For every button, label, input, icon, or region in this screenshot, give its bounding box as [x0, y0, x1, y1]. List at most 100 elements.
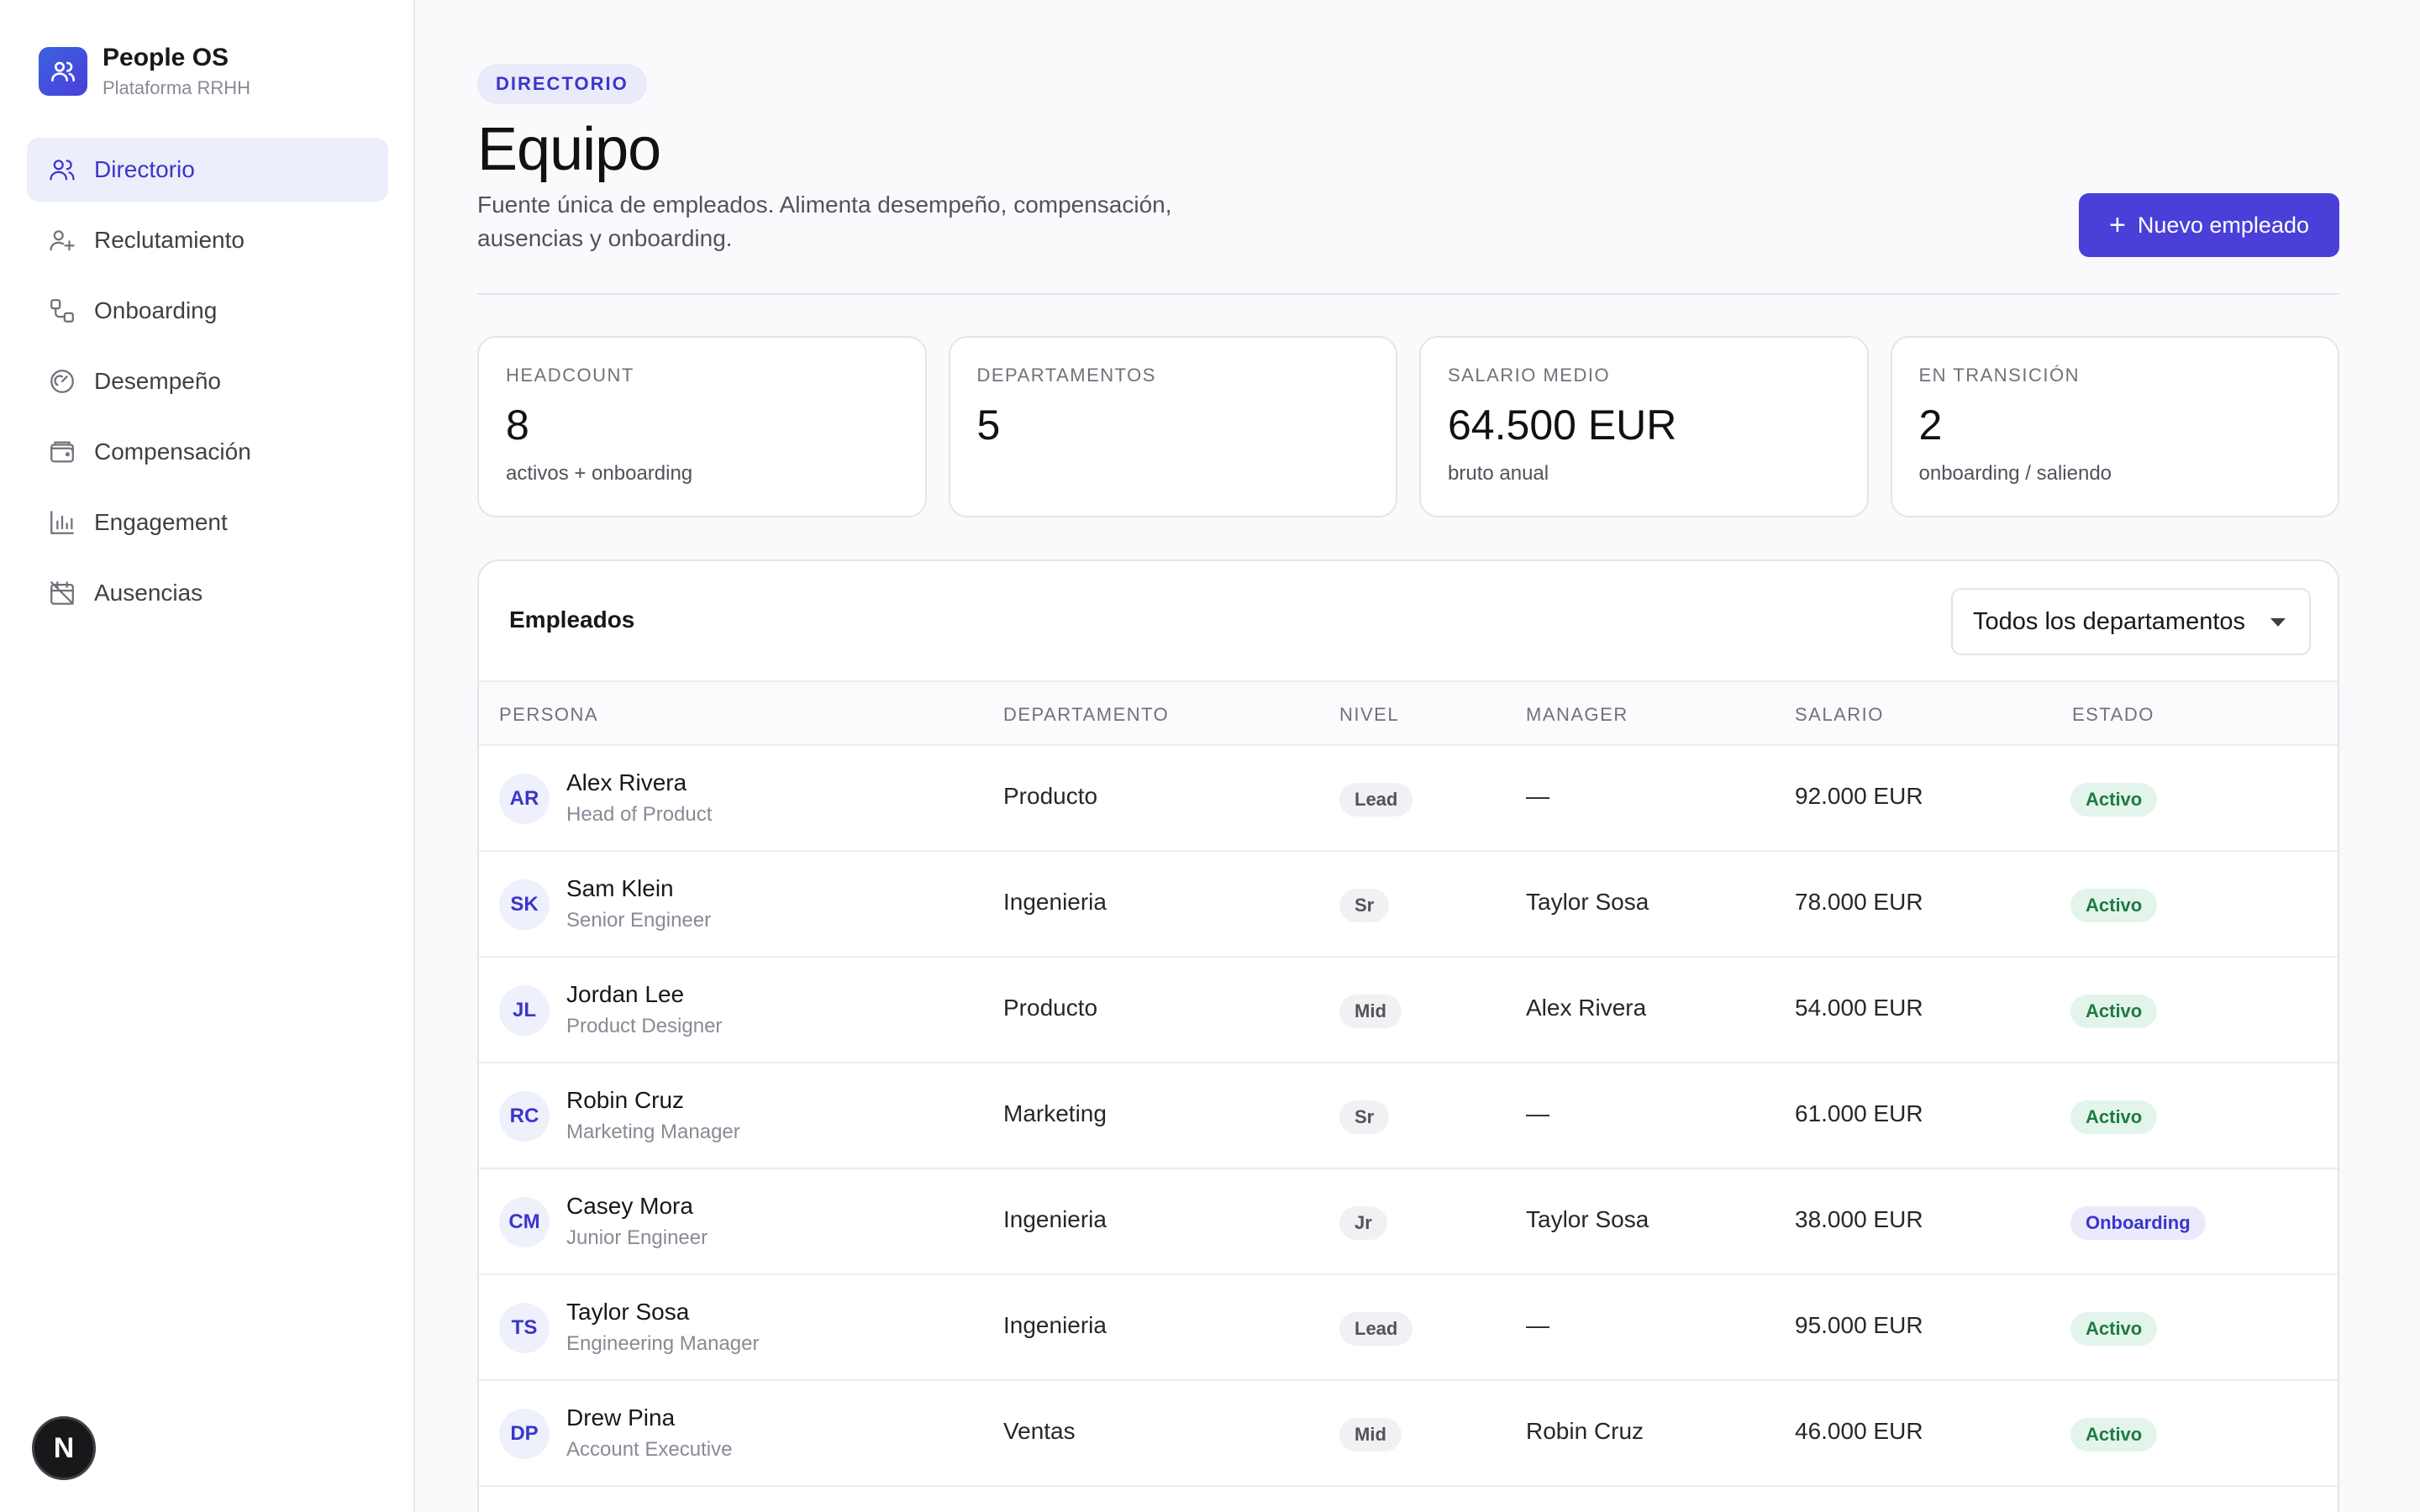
- department-cell: Ingenieria: [1003, 1312, 1107, 1338]
- manager-cell: —: [1526, 783, 1549, 809]
- sidebar-item-label: Onboarding: [94, 297, 218, 323]
- avatar: JL: [499, 985, 550, 1036]
- salary-cell: 54.000 EUR: [1795, 995, 1923, 1021]
- level-badge: Mid: [1339, 995, 1402, 1028]
- table-title: Empleados: [509, 606, 635, 633]
- sidebar-item-label: Desempeño: [94, 368, 221, 394]
- table-row[interactable]: RC Robin Cruz Marketing Manager Marketing Sr…: [479, 1063, 2338, 1169]
- status-badge: Activo: [2070, 1100, 2158, 1134]
- page-eyebrow: DIRECTORIO: [477, 64, 647, 104]
- header-divider: [477, 293, 2339, 295]
- person-name[interactable]: Casey Mora: [566, 1193, 693, 1220]
- avatar: TS: [499, 1303, 550, 1353]
- level-badge: Sr: [1339, 1100, 1390, 1134]
- table-header: PERSONA DEPARTAMENTO NIVEL MANAGER SALAR…: [479, 682, 2338, 746]
- table-row[interactable]: JL Jordan Lee Product Designer Producto Mid A…: [479, 958, 2338, 1063]
- column-header-nivel[interactable]: NIVEL: [1339, 704, 1399, 726]
- wallet-icon: [47, 437, 77, 467]
- person-name[interactable]: Alex Rivera: [566, 769, 687, 796]
- person-name[interactable]: Drew Pina: [566, 1404, 675, 1431]
- app-name: People OS: [103, 44, 229, 71]
- person-role: Marketing Manager: [566, 1121, 740, 1143]
- sidebar-item-ausencias[interactable]: Ausencias: [27, 561, 388, 625]
- manager-cell: Taylor Sosa: [1526, 1206, 1649, 1232]
- level-badge: Lead: [1339, 1312, 1413, 1346]
- table-row[interactable]: AR Alex Rivera Head of Product Producto Lead…: [479, 746, 2338, 852]
- person-name[interactable]: Robin Cruz: [566, 1087, 684, 1114]
- stat-sub: activos + onboarding: [506, 462, 693, 485]
- avatar: DP: [499, 1409, 550, 1459]
- stat-value: 64.500 EUR: [1448, 402, 1677, 449]
- status-badge: Activo: [2070, 1418, 2158, 1452]
- calendar-off-icon: [47, 578, 77, 608]
- department-filter-value: Todos los departamentos: [1973, 607, 2246, 635]
- sidebar-item-label: Engagement: [94, 509, 228, 535]
- avatar: RC: [499, 1091, 550, 1142]
- stat-label: EN TRANSICIÓN: [1918, 365, 2080, 386]
- new-employee-button[interactable]: + Nuevo empleado: [2079, 193, 2339, 257]
- status-badge: Activo: [2070, 995, 2158, 1028]
- brand[interactable]: People OS Plataforma RRHH: [39, 42, 250, 101]
- sidebar-item-compensacion[interactable]: Compensación: [27, 420, 388, 484]
- column-header-persona[interactable]: PERSONA: [499, 704, 598, 726]
- column-header-estado[interactable]: ESTADO: [2072, 704, 2154, 726]
- salary-cell: 92.000 EUR: [1795, 783, 1923, 809]
- salary-cell: 78.000 EUR: [1795, 889, 1923, 915]
- person-name[interactable]: Jordan Lee: [566, 981, 684, 1008]
- department-cell: Ingenieria: [1003, 1206, 1107, 1232]
- sidebar-item-onboarding[interactable]: Onboarding: [27, 279, 388, 343]
- manager-cell: Taylor Sosa: [1526, 889, 1649, 915]
- employees-table-card: Empleados Todos los departamentos PERSON…: [477, 559, 2339, 1512]
- column-header-manager[interactable]: MANAGER: [1526, 704, 1628, 726]
- sidebar-item-engagement[interactable]: Engagement: [27, 491, 388, 554]
- sidebar-item-reclutamiento[interactable]: Reclutamiento: [27, 208, 388, 272]
- table-row[interactable]: CM Casey Mora Junior Engineer Ingenieria Jr T…: [479, 1169, 2338, 1275]
- sidebar-nav: Directorio Reclutamiento Onboarding Dese…: [27, 138, 388, 632]
- salary-cell: 61.000 EUR: [1795, 1100, 1923, 1126]
- plus-icon: +: [2109, 209, 2126, 241]
- avatar: CM: [499, 1197, 550, 1247]
- manager-cell: —: [1526, 1312, 1549, 1338]
- table-row[interactable]: SK Sam Klein Senior Engineer Ingenieria Sr Ta…: [479, 852, 2338, 958]
- dev-badge-button[interactable]: N: [32, 1416, 96, 1480]
- person-role: Engineering Manager: [566, 1332, 760, 1355]
- user-plus-icon: [47, 225, 77, 255]
- salary-cell: 38.000 EUR: [1795, 1206, 1923, 1232]
- level-badge: Lead: [1339, 783, 1413, 816]
- stats-row: HEADCOUNT 8 activos + onboarding DEPARTA…: [477, 336, 2339, 517]
- department-cell: Producto: [1003, 783, 1098, 809]
- person-role: Account Executive: [566, 1438, 733, 1461]
- level-badge: Jr: [1339, 1206, 1387, 1240]
- table-row[interactable]: TS Taylor Sosa Engineering Manager Ingenier…: [479, 1275, 2338, 1381]
- table-row[interactable]: DP Drew Pina Account Executive Ventas Mid Rob…: [479, 1381, 2338, 1487]
- bar-chart-icon: [47, 507, 77, 538]
- route-icon: [47, 296, 77, 326]
- department-cell: Marketing: [1003, 1100, 1107, 1126]
- manager-cell: Alex Rivera: [1526, 995, 1647, 1021]
- stat-card-en-transicion: EN TRANSICIÓN 2 onboarding / saliendo: [1890, 336, 2339, 517]
- stat-card-headcount: HEADCOUNT 8 activos + onboarding: [477, 336, 927, 517]
- sidebar-item-directorio[interactable]: Directorio: [27, 138, 388, 202]
- stat-sub: onboarding / saliendo: [1918, 462, 2112, 485]
- salary-cell: 95.000 EUR: [1795, 1312, 1923, 1338]
- person-role: Junior Engineer: [566, 1226, 708, 1249]
- level-badge: Sr: [1339, 889, 1390, 922]
- stat-sub: bruto anual: [1448, 462, 1549, 485]
- chevron-down-icon: [2270, 618, 2286, 627]
- sidebar-item-label: Compensación: [94, 438, 251, 465]
- person-name[interactable]: Taylor Sosa: [566, 1299, 689, 1326]
- department-cell: Ingenieria: [1003, 889, 1107, 915]
- department-filter-select[interactable]: Todos los departamentos: [1951, 588, 2311, 655]
- manager-cell: Robin Cruz: [1526, 1418, 1644, 1444]
- status-badge: Activo: [2070, 889, 2158, 922]
- new-employee-label: Nuevo empleado: [2137, 212, 2309, 238]
- column-header-departamento[interactable]: DEPARTAMENTO: [1003, 704, 1169, 726]
- stat-label: SALARIO MEDIO: [1448, 365, 1611, 386]
- users-icon: [39, 47, 87, 96]
- person-role: Product Designer: [566, 1015, 723, 1037]
- status-badge: Activo: [2070, 1312, 2158, 1346]
- column-header-salario[interactable]: SALARIO: [1795, 704, 1884, 726]
- sidebar-item-desempeno[interactable]: Desempeño: [27, 349, 388, 413]
- person-name[interactable]: Sam Klein: [566, 875, 674, 902]
- sidebar-item-label: Ausencias: [94, 580, 203, 606]
